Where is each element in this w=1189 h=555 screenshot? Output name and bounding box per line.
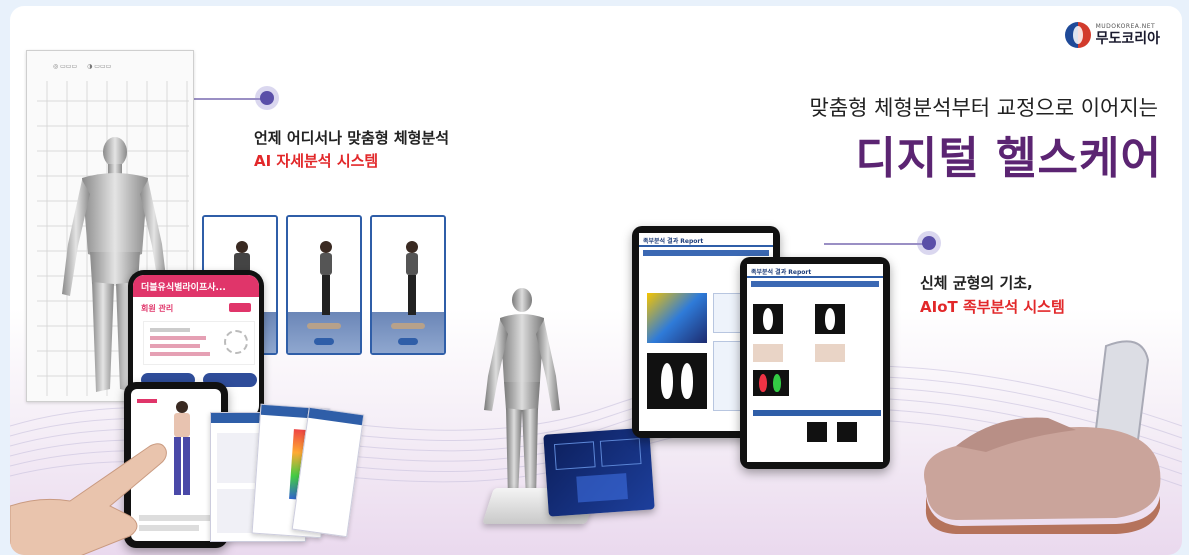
foot-callout-dot xyxy=(922,236,936,250)
posture-callout-title: 언제 어디서나 맞춤형 체형분석 xyxy=(254,129,450,147)
phone-header: 더블유식별라이프사... xyxy=(133,275,259,297)
foot-heatmap-small-icon xyxy=(753,370,789,396)
brand-name: 무도코리아 xyxy=(1095,31,1160,47)
foot-side-icon-2 xyxy=(815,344,845,362)
foot-callout-title: 신체 균형의 기초, xyxy=(920,274,1033,292)
brand-logo: MUDOKOREA.NET 무도코리아 xyxy=(1064,22,1160,48)
foot-callout-line xyxy=(824,243,934,245)
banner: MUDOKOREA.NET 무도코리아 맞춤형 체형분석부터 교정으로 이어지는… xyxy=(10,6,1182,555)
tablet-back-title: 족부분석 결과 Report xyxy=(639,233,773,247)
tablet-foot-report-front: 족부분석 결과 Report xyxy=(740,257,890,469)
person-side-icon xyxy=(406,241,418,315)
phone-add-button[interactable] xyxy=(229,303,251,312)
foot-outline-icon-1 xyxy=(753,304,783,334)
foot-pressure-heatmap-icon xyxy=(647,293,707,343)
pointing-hand-icon xyxy=(10,443,167,555)
brand-url: MUDOKOREA.NET xyxy=(1095,23,1156,30)
foot-outline-icon-2 xyxy=(815,304,845,334)
phone-member-card xyxy=(143,321,255,365)
posture-callout-line xyxy=(190,98,270,100)
foot-side-icon-1 xyxy=(753,344,783,362)
scan-panel-side-left xyxy=(286,215,362,355)
foot-scanner-display xyxy=(543,427,655,517)
person-side-icon xyxy=(320,241,332,315)
foot-print-icon xyxy=(647,353,707,409)
scan-panel-side-right xyxy=(370,215,446,355)
tablet-front-title: 족부분석 결과 Report xyxy=(747,264,883,278)
posture-callout-dot xyxy=(260,91,274,105)
foot-callout-accent: AIoT 족부분석 시스템 xyxy=(920,298,1065,316)
headline-title: 디지털 헬스케어 xyxy=(855,133,1162,184)
shoe-with-insole-icon xyxy=(924,340,1161,534)
headline-subtitle: 맞춤형 체형분석부터 교정으로 이어지는 xyxy=(809,96,1158,120)
posture-callout-accent: AI 자세분석 시스템 xyxy=(254,152,379,170)
mudokorea-logo-icon xyxy=(1064,22,1091,48)
